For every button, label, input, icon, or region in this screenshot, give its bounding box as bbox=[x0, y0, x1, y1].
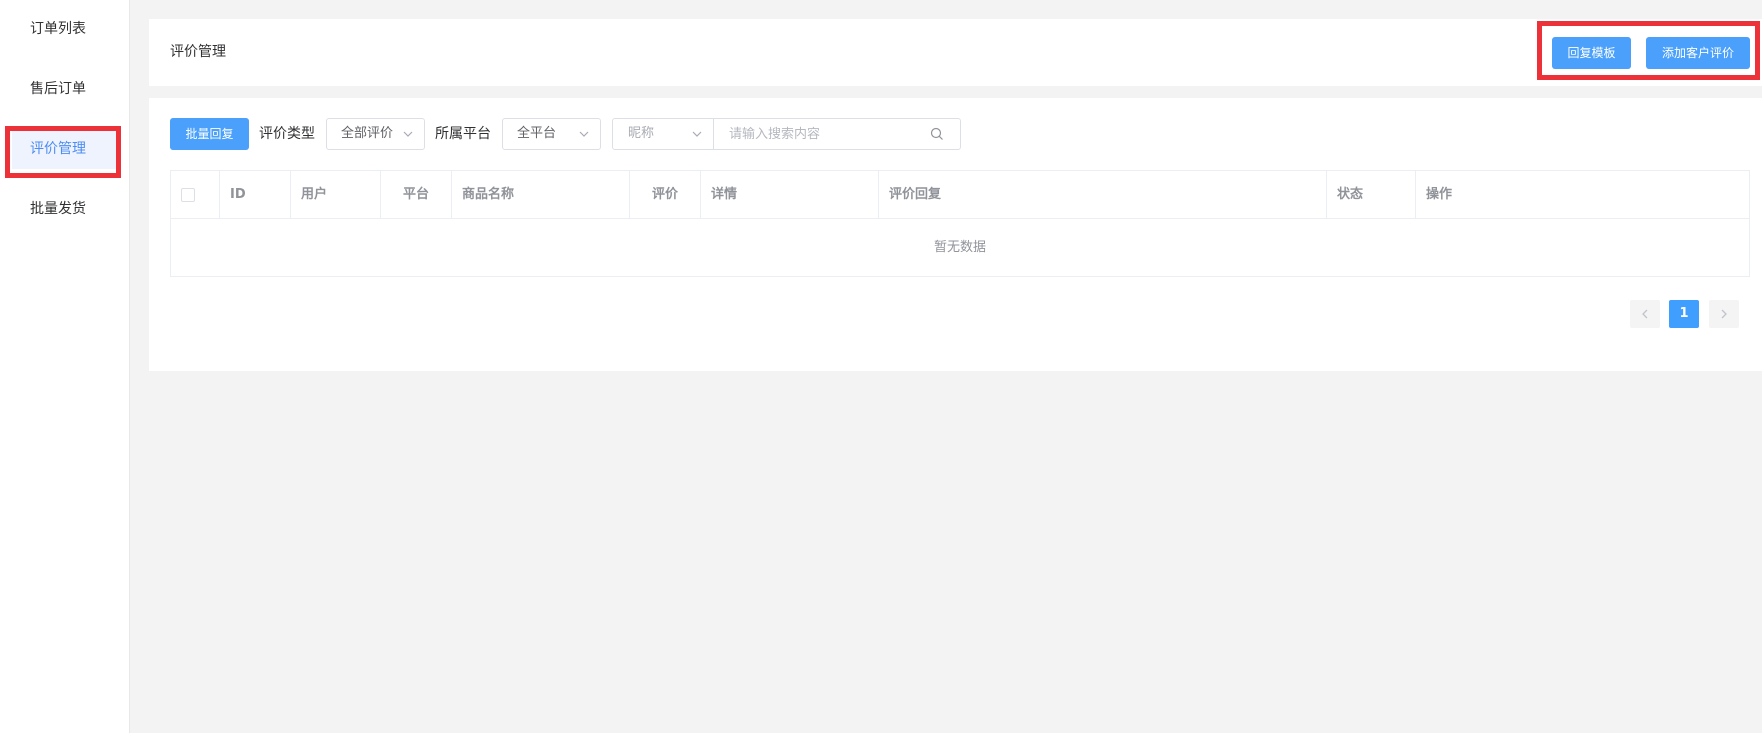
reviews-table: ID 用户 平台 商品名称 评价 详情 评价回复 状态 操作 暂无数据 bbox=[170, 170, 1750, 277]
search-group: 昵称 bbox=[612, 118, 961, 150]
chevron-down-icon bbox=[579, 131, 589, 137]
platform-select[interactable]: 全平台 bbox=[502, 118, 601, 150]
table-header: ID 用户 平台 商品名称 评价 详情 评价回复 状态 操作 bbox=[171, 171, 1749, 219]
column-header-actions[interactable]: 操作 bbox=[1416, 171, 1749, 219]
column-header-details[interactable]: 详情 bbox=[701, 171, 879, 219]
batch-reply-button[interactable]: 批量回复 bbox=[170, 118, 249, 150]
select-all-checkbox[interactable] bbox=[181, 188, 195, 202]
column-header-status[interactable]: 状态 bbox=[1327, 171, 1416, 219]
page-title: 评价管理 bbox=[170, 44, 226, 60]
review-type-select[interactable]: 全部评价 bbox=[326, 118, 425, 150]
column-header-reply[interactable]: 评价回复 bbox=[879, 171, 1327, 219]
chevron-left-icon bbox=[1642, 309, 1648, 319]
page-number-current[interactable]: 1 bbox=[1669, 300, 1699, 328]
sidebar-item-batch-shipping[interactable]: 批量发货 bbox=[12, 189, 116, 229]
platform-label: 所属平台 bbox=[435, 126, 491, 142]
add-customer-review-button[interactable]: 添加客户评价 bbox=[1646, 37, 1750, 69]
search-icon[interactable] bbox=[930, 127, 944, 141]
sidebar-item-label: 评价管理 bbox=[30, 141, 86, 157]
table-empty-text: 暂无数据 bbox=[933, 240, 986, 255]
next-page-button[interactable] bbox=[1709, 300, 1739, 328]
chevron-down-icon bbox=[403, 131, 413, 137]
column-header-user[interactable]: 用户 bbox=[291, 171, 381, 219]
main-card: 批量回复 评价类型 全部评价 所属平台 全平台 昵称 ID bbox=[149, 98, 1762, 371]
chevron-right-icon bbox=[1721, 309, 1727, 319]
review-type-value: 全部评价 bbox=[341, 126, 394, 141]
sidebar-item-after-sales[interactable]: 售后订单 bbox=[12, 69, 116, 109]
column-header-rating[interactable]: 评价 bbox=[630, 171, 701, 219]
header-card: 评价管理 回复模板 添加客户评价 bbox=[149, 19, 1762, 86]
header-select-all-cell bbox=[171, 171, 220, 219]
sidebar-item-label: 售后订单 bbox=[30, 81, 86, 97]
column-header-platform[interactable]: 平台 bbox=[381, 171, 452, 219]
sidebar-item-review-management[interactable]: 评价管理 bbox=[12, 129, 116, 169]
app-root: 订单列表 售后订单 评价管理 批量发货 评价管理 回复模板 添加客户评价 批量回… bbox=[0, 0, 1762, 733]
platform-value: 全平台 bbox=[517, 126, 557, 141]
sidebar-item-label: 订单列表 bbox=[30, 21, 86, 37]
review-type-label: 评价类型 bbox=[259, 126, 315, 142]
search-input[interactable] bbox=[715, 119, 935, 149]
search-field-select[interactable]: 昵称 bbox=[613, 119, 714, 149]
column-header-product-name[interactable]: 商品名称 bbox=[452, 171, 630, 219]
chevron-down-icon bbox=[692, 131, 702, 137]
sidebar: 订单列表 售后订单 评价管理 批量发货 bbox=[0, 0, 130, 733]
sidebar-item-label: 批量发货 bbox=[30, 201, 86, 217]
sidebar-item-order-list[interactable]: 订单列表 bbox=[12, 9, 116, 49]
search-field-value: 昵称 bbox=[628, 126, 655, 141]
reply-template-button[interactable]: 回复模板 bbox=[1552, 37, 1631, 69]
prev-page-button[interactable] bbox=[1630, 300, 1660, 328]
column-header-id[interactable]: ID bbox=[220, 171, 291, 219]
